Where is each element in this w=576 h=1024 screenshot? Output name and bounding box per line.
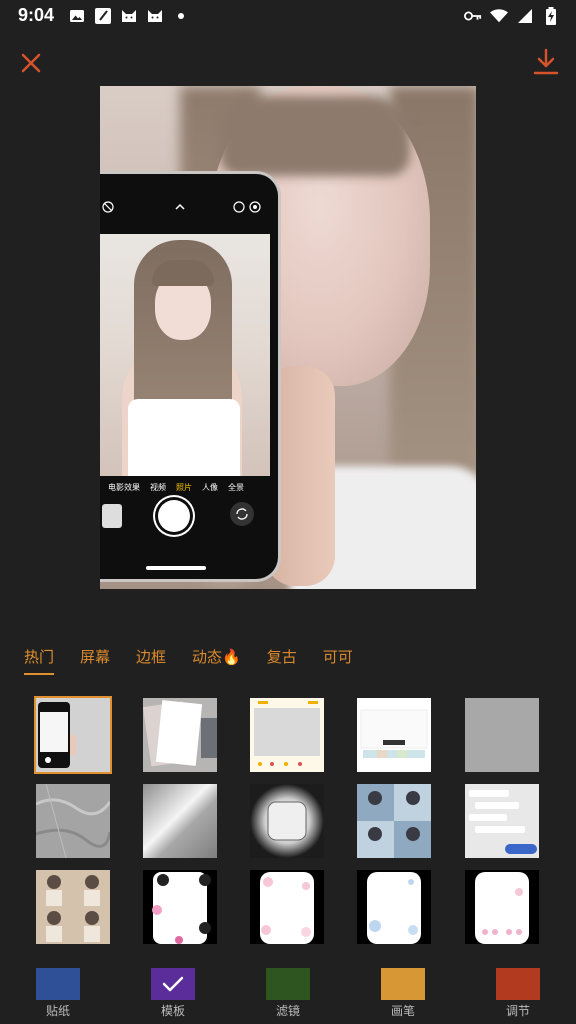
- close-icon[interactable]: [16, 48, 46, 78]
- tool-label: 调节: [505, 1004, 530, 1018]
- tool-brush[interactable]: 画笔: [380, 968, 426, 1019]
- template-blue-cute-frame[interactable]: [357, 870, 431, 944]
- dot-icon: [172, 7, 190, 25]
- phone-in-photo: 电影效果 视频 照片 人像 全景: [100, 174, 278, 579]
- camera-mode: 全景: [228, 482, 244, 492]
- tab-screen[interactable]: 屏幕: [80, 646, 110, 667]
- camera-mode: 电影效果: [108, 482, 140, 492]
- wifi-icon: [490, 7, 508, 25]
- check-icon: [151, 968, 195, 1000]
- adjust-icon: [496, 968, 540, 1000]
- tab-retro[interactable]: 复古: [267, 646, 297, 667]
- note-icon: [94, 7, 112, 25]
- tab-hot[interactable]: 热门: [24, 646, 55, 675]
- tool-label: 画笔: [390, 1004, 415, 1018]
- tab-keke[interactable]: 可可: [323, 646, 353, 667]
- camera-modes: 电影效果 视频 照片 人像 全景: [108, 476, 268, 498]
- template-light-streak[interactable]: [143, 784, 217, 858]
- flip-camera-icon: [230, 502, 254, 526]
- template-rounded-square-glow[interactable]: [250, 784, 324, 858]
- gallery-thumbnail: [102, 504, 122, 528]
- camera-mode-selected: 照片: [176, 482, 192, 492]
- sticker-icon: [36, 968, 80, 1000]
- template-photo-collage[interactable]: [357, 784, 431, 858]
- image-icon: [68, 7, 86, 25]
- template-pink-phone-frame[interactable]: [465, 870, 539, 944]
- brush-icon: [381, 968, 425, 1000]
- template-kuromi-frame[interactable]: [143, 870, 217, 944]
- template-phone-frame[interactable]: [36, 698, 110, 772]
- template-notepad-frame[interactable]: [250, 698, 324, 772]
- editor-top-bar: [0, 40, 576, 84]
- template-chat-screen[interactable]: [357, 698, 431, 772]
- camera-mode: 人像: [202, 482, 218, 492]
- photo-preview[interactable]: 电影效果 视频 照片 人像 全景: [100, 86, 476, 589]
- tool-filter[interactable]: 滤镜: [265, 968, 311, 1019]
- key-icon: [464, 7, 482, 25]
- status-time: 9:04: [18, 5, 55, 25]
- template-category-tabs: 热门 屏幕 边框 动态🔥 复古 可可: [24, 646, 353, 675]
- tab-border[interactable]: 边框: [136, 646, 166, 667]
- status-bar: 9:04: [0, 0, 576, 34]
- filter-icon: [266, 968, 310, 1000]
- template-gray-blank[interactable]: [465, 698, 539, 772]
- signal-icon: [516, 7, 534, 25]
- tool-label: 滤镜: [275, 1004, 300, 1018]
- tool-template[interactable]: 模板: [150, 968, 196, 1019]
- cat-icon: [146, 7, 164, 25]
- template-tilted-frames[interactable]: [143, 698, 217, 772]
- template-sepia-collage[interactable]: [36, 870, 110, 944]
- template-ice-texture[interactable]: [36, 784, 110, 858]
- battery-charging-icon: [542, 7, 560, 25]
- tool-adjust[interactable]: 调节: [495, 968, 541, 1019]
- template-pink-cute-frame[interactable]: [250, 870, 324, 944]
- phone-camera-view: [100, 234, 270, 476]
- camera-mode: 视频: [150, 482, 166, 492]
- tool-label: 贴纸: [45, 1004, 70, 1018]
- cat-icon: [120, 7, 138, 25]
- tab-dynamic[interactable]: 动态🔥: [192, 646, 241, 667]
- tool-label: 模板: [160, 1004, 185, 1018]
- template-chat-bubbles[interactable]: [465, 784, 539, 858]
- download-icon[interactable]: [530, 46, 562, 78]
- tool-sticker[interactable]: 贴纸: [35, 968, 81, 1019]
- shutter-icon: [158, 500, 190, 532]
- bottom-toolbar: 贴纸 模板 滤镜 画笔 调节: [0, 960, 576, 1024]
